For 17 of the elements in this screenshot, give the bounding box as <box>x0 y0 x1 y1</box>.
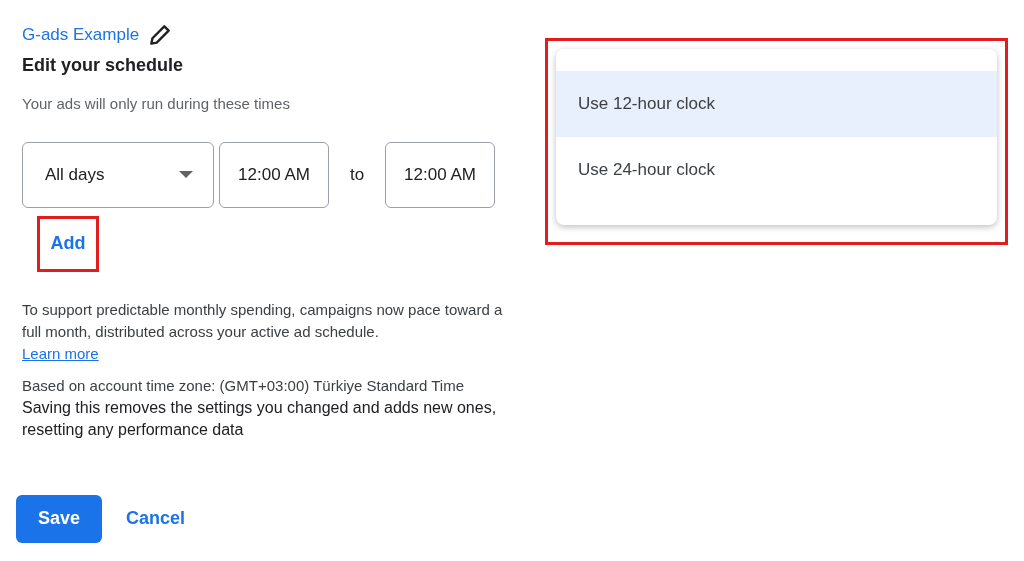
pacing-notice: To support predictable monthly spending, campaigns now pace toward a full month, distributed across your active ad schedule. <box>22 299 504 342</box>
save-button[interactable]: Save <box>16 494 103 543</box>
range-separator: to <box>348 163 366 186</box>
section-subtitle: Your ads will only run during these times <box>22 94 291 114</box>
cancel-button[interactable]: Cancel <box>104 494 208 543</box>
saving-warning: Saving this removes the settings you changed and adds new ones, resetting any performance data <box>22 397 498 440</box>
campaign-name[interactable]: G-ads Example <box>22 22 140 48</box>
start-time-field[interactable]: 12:00 AM <box>219 141 329 208</box>
caret-icon <box>179 171 193 178</box>
menu-item[interactable]: Use 12-hour clock <box>556 71 997 137</box>
learn-more-link[interactable]: Learn more <box>22 342 99 365</box>
timezone-note: Based on account time zone: (GMT+03:00) Türkiye Standard Time <box>22 375 466 396</box>
add-link[interactable]: Add <box>50 230 86 257</box>
menu-item[interactable]: Use 24-hour clock <box>556 137 997 203</box>
section-heading: Edit your schedule <box>22 54 185 77</box>
days-dropdown[interactable]: All days <box>22 141 214 208</box>
end-time-field[interactable]: 12:00 AM <box>385 141 495 208</box>
